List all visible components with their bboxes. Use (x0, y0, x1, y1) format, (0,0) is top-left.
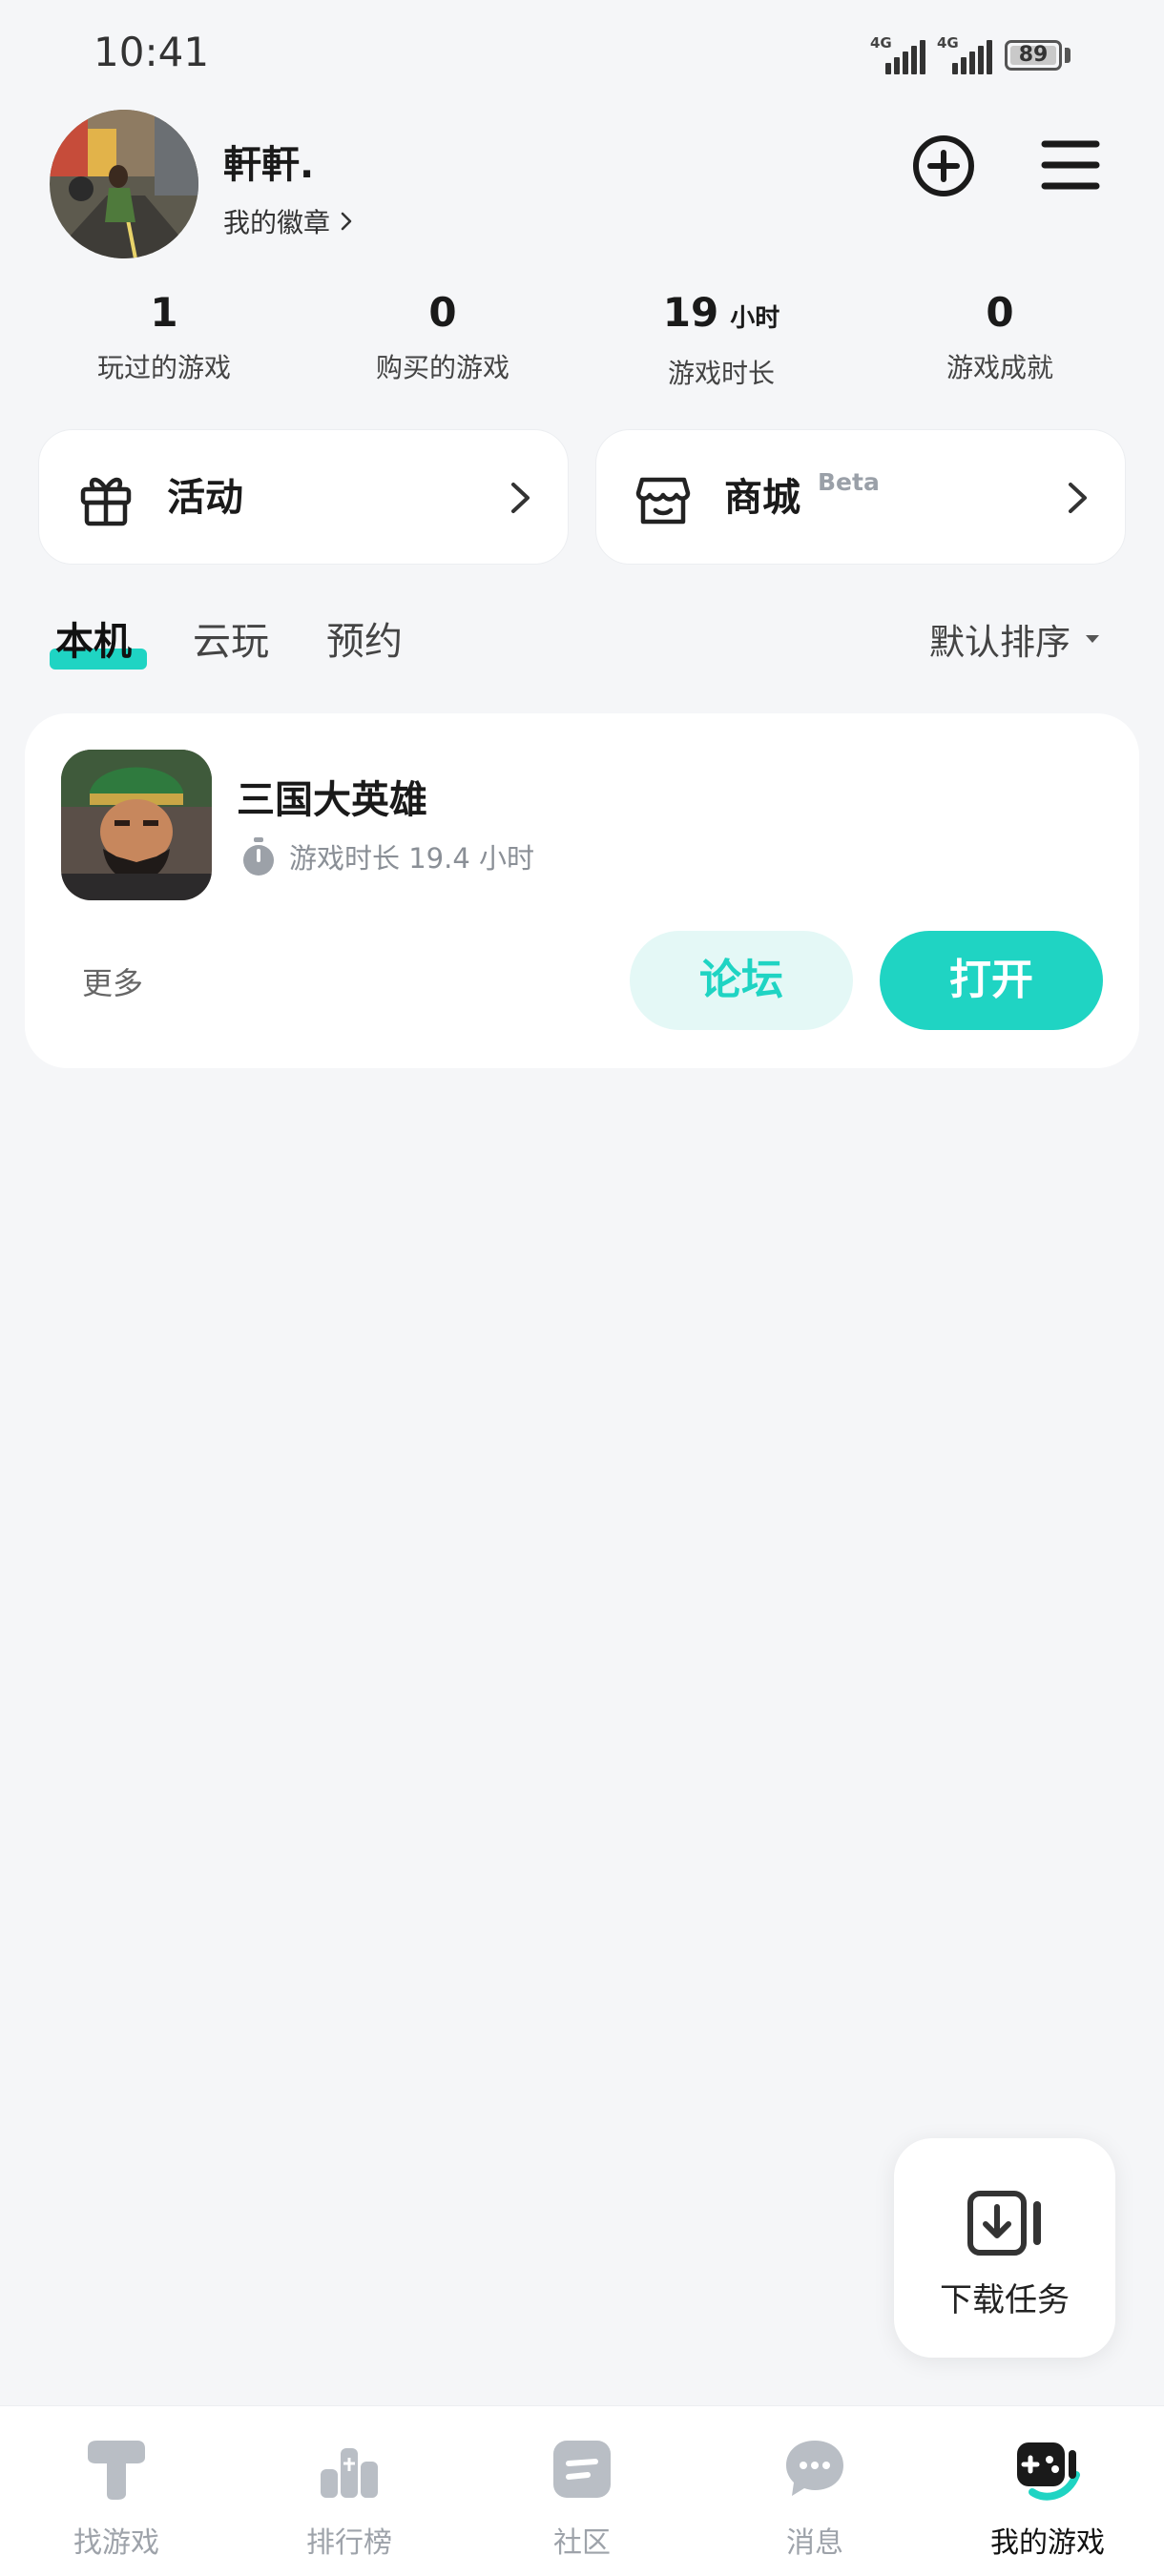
sort-label: 默认排序 (929, 622, 1070, 663)
download-task-label: 下载任务 (940, 2281, 1070, 2319)
stat-unit: 小时 (730, 304, 780, 333)
battery-tip (1065, 48, 1070, 63)
nav-my-games[interactable]: 我的游戏 (931, 2406, 1164, 2576)
caret-down-icon (1086, 635, 1099, 643)
nav-label: 找游戏 (73, 2526, 159, 2560)
nav-ranking[interactable]: 排行榜 (233, 2406, 466, 2576)
nav-label: 排行榜 (306, 2526, 392, 2560)
bottom-nav: 找游戏 排行榜 社区 消息 我的游戏 (0, 2405, 1164, 2576)
stat-play-time[interactable]: 19 小时 游戏时长 (607, 286, 836, 391)
nav-find-games[interactable]: 找游戏 (0, 2406, 233, 2576)
game-playtime: 游戏时长 19.4 小时 (239, 835, 534, 877)
add-circle-icon[interactable] (911, 134, 976, 198)
nav-label: 我的游戏 (990, 2526, 1105, 2560)
nav-label: 社区 (553, 2526, 611, 2560)
chevron-right-icon (341, 212, 352, 231)
store-icon (635, 477, 691, 525)
community-icon (553, 2441, 611, 2498)
stat-label: 购买的游戏 (375, 352, 509, 383)
ranking-icon (321, 2448, 378, 2498)
open-button[interactable]: 打开 (880, 931, 1103, 1030)
nav-community[interactable]: 社区 (466, 2406, 698, 2576)
cell-signal-icon-2: 4G (937, 36, 992, 74)
tab-cloud[interactable]: 云玩 (193, 610, 269, 666)
tab-reserve[interactable]: 预约 (326, 610, 403, 666)
download-icon (967, 2191, 1041, 2256)
username: 軒軒. (223, 143, 315, 187)
stat-value: 1 (150, 289, 178, 336)
chevron-right-icon (511, 483, 530, 513)
avatar[interactable] (50, 110, 198, 258)
stat-label: 游戏成就 (946, 352, 1053, 383)
activity-card[interactable]: 活动 (38, 429, 569, 565)
activity-label: 活动 (167, 476, 243, 520)
beta-badge: Beta (818, 468, 880, 496)
stat-value: 0 (986, 289, 1014, 336)
gift-icon (80, 477, 132, 526)
playtime-text: 游戏时长 19.4 小时 (289, 842, 535, 875)
stopwatch-icon (243, 837, 274, 876)
stat-purchased-games[interactable]: 0 购买的游戏 (328, 286, 557, 385)
message-bubble-icon (786, 2441, 843, 2496)
gamepad-icon (1017, 2442, 1080, 2501)
menu-icon[interactable] (1040, 138, 1101, 192)
store-label: 商城 (724, 476, 800, 520)
find-games-icon (88, 2441, 145, 2500)
tab-local[interactable]: 本机 (55, 610, 132, 666)
forum-button[interactable]: 论坛 (630, 931, 853, 1030)
more-button[interactable]: 更多 (82, 959, 143, 1003)
nav-messages[interactable]: 消息 (698, 2406, 931, 2576)
battery-level: 89 (1018, 43, 1049, 67)
stat-label: 游戏时长 (667, 358, 775, 389)
chevron-right-icon (1069, 483, 1087, 513)
nav-label: 消息 (786, 2526, 843, 2560)
stat-achievements[interactable]: 0 游戏成就 (885, 286, 1114, 385)
stat-label: 玩过的游戏 (96, 352, 231, 383)
game-card: 三国大英雄 游戏时长 19.4 小时 更多 论坛 打开 (25, 713, 1139, 1068)
battery-icon: 89 (1005, 40, 1062, 71)
sort-dropdown[interactable]: 默认排序 (929, 613, 1101, 665)
status-time: 10:41 (94, 29, 210, 75)
stat-played-games[interactable]: 1 玩过的游戏 (50, 286, 279, 385)
my-badges-link[interactable]: 我的徽章 (223, 202, 353, 240)
stat-value: 0 (428, 289, 457, 336)
my-badges-label: 我的徽章 (223, 207, 331, 238)
store-card[interactable]: 商城 Beta (595, 429, 1126, 565)
stat-value: 19 (662, 289, 719, 336)
cell-signal-icon: 4G (870, 36, 925, 74)
download-task-button[interactable]: 下载任务 (894, 2138, 1115, 2358)
game-icon[interactable] (61, 750, 212, 900)
game-title: 三国大英雄 (237, 778, 427, 822)
